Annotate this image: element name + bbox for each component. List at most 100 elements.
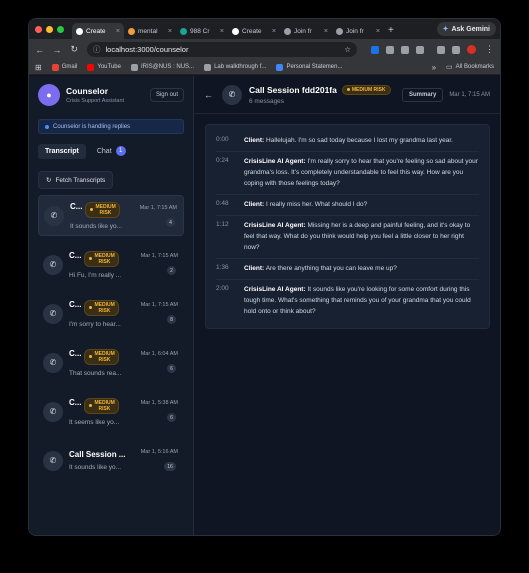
risk-badge: MEDIUM RISK — [341, 84, 391, 95]
bookmark-item[interactable]: Personal Statemen... — [276, 63, 342, 71]
tab-transcript[interactable]: Transcript — [38, 143, 86, 159]
bookmark-item[interactable]: IRIS@NUS : NUS... — [130, 63, 194, 71]
back-arrow-icon[interactable]: ← — [35, 45, 44, 55]
transcript-entry: 0:48 Client: I really miss her. What shou… — [216, 195, 479, 216]
back-arrow-icon[interactable]: ← — [204, 90, 214, 100]
tab-title: Join fr — [294, 27, 312, 35]
close-window-button[interactable] — [35, 25, 42, 33]
tab-close-icon[interactable]: × — [324, 28, 328, 35]
risk-dot-icon — [89, 355, 93, 358]
tab-favicon-icon — [128, 27, 135, 35]
session-title: C... — [69, 299, 82, 309]
sidepanel-icon[interactable] — [451, 45, 460, 54]
bookmark-favicon-icon — [204, 63, 212, 71]
session-preview: It seems like yo... — [69, 418, 120, 426]
tab-close-icon[interactable]: × — [116, 28, 120, 35]
risk-label: MEDIUM RISK — [94, 350, 115, 363]
session-preview: I'm sorry to hear... — [69, 320, 121, 328]
window-controls — [35, 25, 64, 33]
minimize-window-button[interactable] — [46, 25, 53, 33]
extension-icon[interactable] — [400, 45, 409, 54]
summary-button[interactable]: Summary — [401, 87, 444, 102]
risk-dot-icon — [90, 208, 94, 211]
session-preview: It sounds like yo... — [69, 464, 122, 471]
session-list-item[interactable]: ✆ C... MEDIUM RISK It seems like yo... Mar 1… — [38, 391, 184, 432]
forward-arrow-icon[interactable]: → — [52, 45, 61, 55]
entry-timestamp: 1:36 — [216, 264, 229, 271]
new-tab-button[interactable]: + — [388, 25, 394, 36]
session-list-item[interactable]: ✆ C... MEDIUM RISK It sounds like yo... Mar … — [38, 195, 184, 236]
phone-icon: ✆ — [43, 401, 63, 422]
session-list-item[interactable]: ✆ C... MEDIUM RISK That sounds rea... Mar 1,… — [38, 342, 184, 383]
profile-avatar-icon[interactable] — [466, 45, 476, 54]
status-text: Counselor is handling replies — [53, 123, 131, 130]
tab-chat-label: Chat — [96, 147, 112, 155]
risk-badge: MEDIUM RISK — [84, 250, 120, 267]
browser-tab[interactable]: Create × — [228, 23, 280, 39]
entry-timestamp: 0:48 — [216, 200, 229, 207]
puzzle-icon[interactable] — [415, 45, 424, 54]
tab-chat[interactable]: Chat 1 — [90, 142, 133, 160]
bookmark-label: Lab walkthrough f... — [214, 64, 267, 70]
extension-icon[interactable] — [385, 45, 394, 54]
folder-icon: ▭ — [446, 64, 453, 71]
entry-speaker: Client: — [244, 265, 265, 272]
session-time: Mar 1, 7:15 AM — [140, 302, 178, 308]
fetch-transcripts-label: Fetch Transcripts — [55, 176, 106, 184]
risk-label: MEDIUM RISK — [94, 301, 115, 314]
session-list-item[interactable]: ✆ C... MEDIUM RISK Hi Fu, I'm really ... Mar… — [38, 244, 184, 285]
tab-close-icon[interactable]: × — [220, 28, 224, 35]
reload-icon[interactable]: ↻ — [70, 44, 79, 55]
message-count-badge: 16 — [164, 462, 176, 471]
bookmark-list: Gmail YouTube IRIS@NUS : NUS... Lab walkthr… — [51, 63, 342, 71]
risk-badge: MEDIUM RISK — [84, 348, 120, 365]
chat-unread-badge: 1 — [115, 146, 126, 156]
bookmark-item[interactable]: Lab walkthrough f... — [204, 63, 267, 71]
browser-tab[interactable]: Join fr × — [332, 23, 384, 39]
entry-speaker: Client: — [244, 137, 265, 144]
session-list-item[interactable]: ✆ Call Session ... It sounds like yo... Mar… — [38, 440, 184, 481]
browser-tab[interactable]: Create × — [72, 23, 124, 39]
entry-message: I really miss her. What should I do? — [266, 201, 368, 208]
kebab-menu-icon[interactable]: ⋮ — [485, 44, 494, 55]
site-info-icon[interactable]: ⓘ — [93, 44, 101, 55]
fetch-transcripts-button[interactable]: ↻ Fetch Transcripts — [38, 171, 114, 189]
tab-close-icon[interactable]: × — [168, 28, 172, 35]
sidebar-title: Counselor — [66, 86, 109, 96]
session-title: C... — [70, 201, 83, 211]
ask-gemini-button[interactable]: ✦ Ask Gemini — [436, 22, 496, 36]
url-text: localhost:3000/counselor — [105, 45, 189, 54]
maximize-window-button[interactable] — [57, 25, 64, 33]
extension-info-icon[interactable] — [370, 45, 379, 54]
risk-label: MEDIUM RISK — [95, 203, 116, 216]
browser-tab[interactable]: mental × — [124, 23, 176, 39]
address-bar[interactable]: ⓘ localhost:3000/counselor ☆ — [86, 42, 357, 57]
browser-tab[interactable]: Join fr × — [280, 23, 332, 39]
bookmark-item[interactable]: YouTube — [87, 63, 121, 71]
tab-title: Create — [86, 27, 106, 35]
browser-toolbar: ← → ↻ ⓘ localhost:3000/counselor ☆ ⋮ — [29, 39, 500, 60]
message-count: 6 messages — [249, 97, 285, 105]
bookmark-star-icon[interactable]: ☆ — [344, 45, 351, 54]
more-bookmarks-icon[interactable]: » — [432, 63, 436, 72]
bookmark-item[interactable]: Gmail — [51, 63, 77, 71]
apps-grid-icon[interactable]: ⊞ — [35, 63, 42, 72]
session-title: C... — [69, 250, 82, 260]
tab-close-icon[interactable]: × — [272, 28, 276, 35]
session-list-item[interactable]: ✆ C... MEDIUM RISK I'm sorry to hear... Mar … — [38, 293, 184, 334]
session-preview: Hi Fu, I'm really ... — [69, 271, 122, 279]
download-icon[interactable] — [436, 45, 445, 54]
tab-favicon-icon — [284, 27, 291, 35]
bookmark-favicon-icon — [51, 63, 59, 71]
phone-icon: ✆ — [43, 352, 63, 373]
sign-out-button[interactable]: Sign out — [149, 88, 184, 102]
bookmark-favicon-icon — [276, 63, 284, 71]
all-bookmarks-button[interactable]: ▭ All Bookmarks — [446, 63, 494, 71]
phone-icon: ✆ — [43, 450, 63, 471]
all-bookmarks-label: All Bookmarks — [455, 64, 494, 70]
session-list: ✆ C... MEDIUM RISK It sounds like yo... Mar … — [29, 195, 193, 481]
sidebar-tabs: Transcript Chat 1 — [38, 142, 184, 160]
entry-timestamp: 1:12 — [216, 221, 229, 228]
tab-close-icon[interactable]: × — [376, 28, 380, 35]
browser-tab[interactable]: 988 Cr × — [176, 23, 228, 39]
